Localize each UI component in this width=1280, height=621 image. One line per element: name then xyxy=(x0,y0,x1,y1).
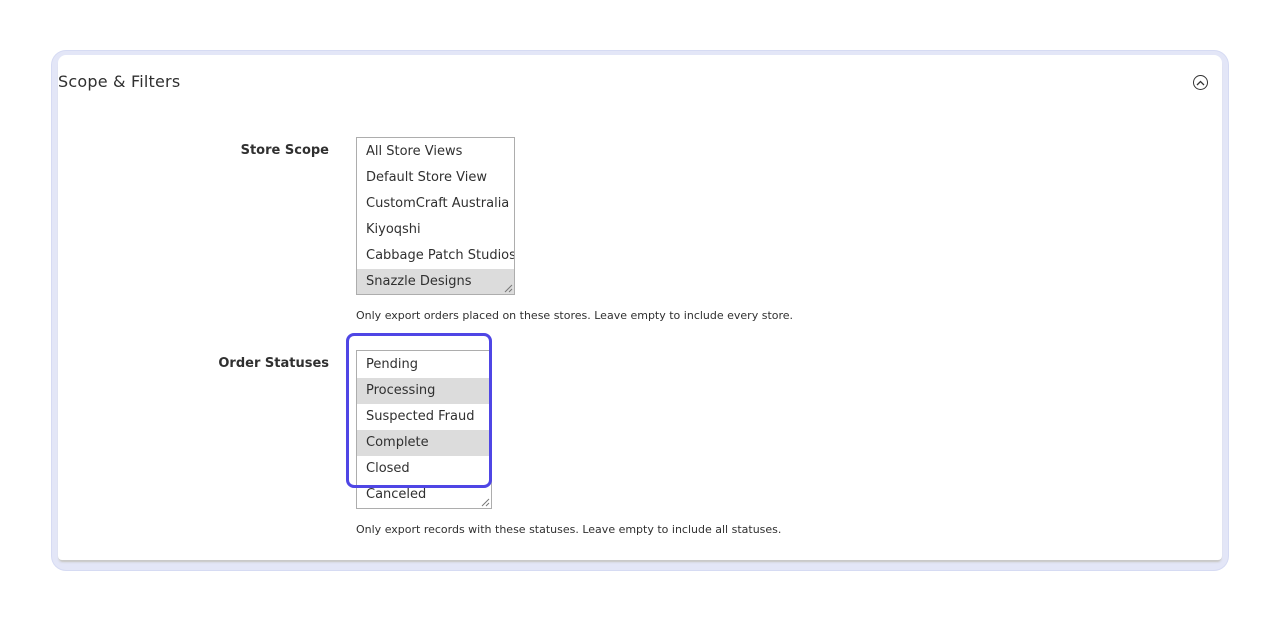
order-statuses-multiselect[interactable]: Pending Processing Suspected Fraud Complete… xyxy=(356,350,492,509)
scope-filters-panel xyxy=(58,55,1222,560)
select-option[interactable]: Closed xyxy=(357,456,491,482)
store-scope-note: Only export orders placed on these store… xyxy=(356,309,794,322)
select-option[interactable]: Processing xyxy=(357,378,491,404)
resize-grip-icon[interactable] xyxy=(504,284,513,293)
select-option[interactable]: All Store Views xyxy=(357,139,514,165)
select-option[interactable]: Snazzle Designs xyxy=(357,269,514,294)
select-option[interactable]: Suspected Fraud xyxy=(357,404,491,430)
order-statuses-note: Only export records with these statuses.… xyxy=(356,523,782,536)
collapse-button[interactable] xyxy=(1193,75,1208,90)
section-title: Scope & Filters xyxy=(58,72,181,91)
select-option[interactable]: Pending xyxy=(357,352,491,378)
store-scope-label: Store Scope xyxy=(240,143,329,158)
select-option[interactable]: CustomCraft Australia xyxy=(357,191,514,217)
select-option[interactable]: Cabbage Patch Studios xyxy=(357,243,514,269)
select-option[interactable]: Canceled xyxy=(357,482,491,508)
store-scope-multiselect[interactable]: All Store Views Default Store View CustomC… xyxy=(356,137,515,295)
select-option[interactable]: Complete xyxy=(357,430,491,456)
select-option[interactable]: Default Store View xyxy=(357,165,514,191)
select-option[interactable]: Kiyoqshi xyxy=(357,217,514,243)
chevron-up-icon xyxy=(1196,80,1205,85)
resize-grip-icon[interactable] xyxy=(481,498,490,507)
order-statuses-label: Order Statuses xyxy=(218,356,329,371)
